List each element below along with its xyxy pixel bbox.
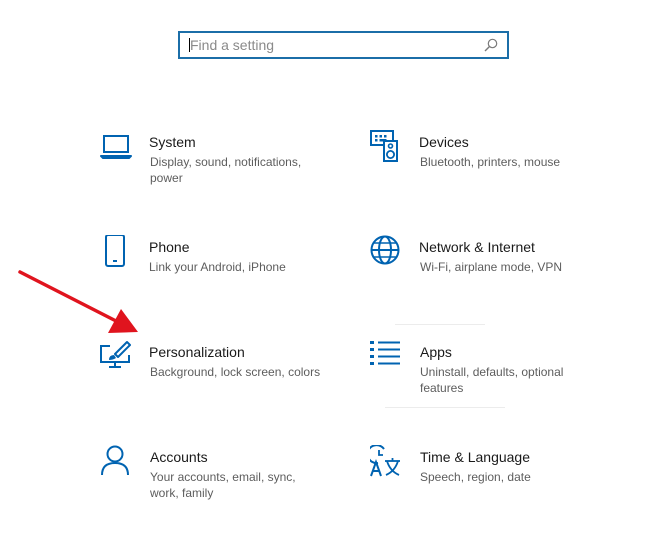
tile-system[interactable]: System Display, sound, notifications, po… xyxy=(100,130,340,210)
tile-description: Your accounts, email, sync, work, family xyxy=(150,470,296,500)
search-box[interactable] xyxy=(178,31,509,59)
tile-accounts[interactable]: Accounts Your accounts, email, sync, wor… xyxy=(100,445,340,525)
divider xyxy=(385,407,505,408)
tile-title: Accounts xyxy=(150,449,208,465)
divider xyxy=(395,324,485,325)
search-input[interactable] xyxy=(180,33,482,57)
globe-icon xyxy=(370,235,400,265)
tile-title: System xyxy=(149,134,196,150)
tile-description: Display, sound, notifications, power xyxy=(150,155,302,185)
monitor-brush-icon xyxy=(100,341,131,368)
tile-description: Uninstall, defaults, optional features xyxy=(420,365,564,395)
tile-title: Personalization xyxy=(149,344,245,360)
tile-title: Phone xyxy=(149,239,190,255)
tile-title: Time & Language xyxy=(420,449,530,465)
tile-apps[interactable]: Apps Uninstall, defaults, optional featu… xyxy=(370,340,610,420)
tile-devices[interactable]: Devices Bluetooth, printers, mouse xyxy=(370,130,610,210)
tile-description: Bluetooth, printers, mouse xyxy=(420,155,561,169)
text-caret xyxy=(189,38,190,52)
keyboard-speaker-icon xyxy=(370,130,398,162)
tile-title: Devices xyxy=(419,134,469,150)
tile-description: Background, lock screen, colors xyxy=(150,365,321,379)
person-icon xyxy=(101,445,129,476)
tile-description: Link your Android, iPhone xyxy=(149,260,286,274)
search-icon[interactable] xyxy=(482,36,500,54)
tile-description: Speech, region, date xyxy=(420,470,531,484)
tile-description: Wi-Fi, airplane mode, VPN xyxy=(420,260,563,274)
tile-phone[interactable]: Phone Link your Android, iPhone xyxy=(100,235,340,315)
tile-personalization[interactable]: Personalization Background, lock screen,… xyxy=(100,340,340,420)
tile-network-internet[interactable]: Network & Internet Wi-Fi, airplane mode,… xyxy=(370,235,610,315)
list-icon xyxy=(370,341,400,365)
tile-time-language[interactable]: Time & Language Speech, region, date xyxy=(370,445,610,525)
phone-icon xyxy=(105,235,125,267)
clock-language-icon xyxy=(370,445,400,477)
laptop-icon xyxy=(100,135,132,159)
tile-title: Apps xyxy=(420,344,452,360)
tile-title: Network & Internet xyxy=(419,239,535,255)
